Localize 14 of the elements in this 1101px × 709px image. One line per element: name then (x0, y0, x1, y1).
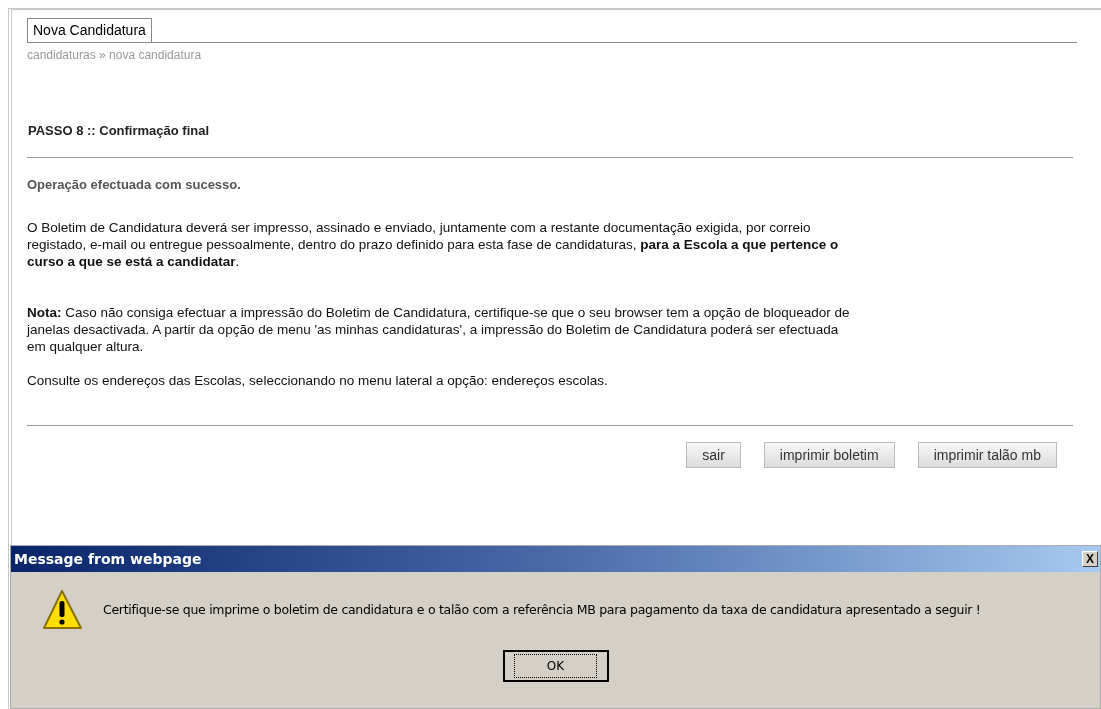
step-title: PASSO 8 :: Confirmação final (28, 122, 211, 140)
paragraph: Consulte os endereços das Escolas, seleccionando no menu lateral a opção: endereços escolas. (27, 372, 609, 389)
breadcrumb: candidaturas » nova candidatura (27, 47, 203, 64)
paragraph: Nota: Caso não consiga efectuar a impressão do Boletim de Candidatura, certifique-se que o seu browser tem a opção de bloqueador de janelas desactivada. A partir da opção de menu 'as minhas candidaturas', a impressão do Boletim de Candidatura poderá ser efectuada em qualquer altura. (27, 304, 851, 355)
paragraph: O Boletim de Candidatura deverá ser impresso, assinado e enviado, juntamente com a restante documentação exigida, por correio registado, e-mail ou entregue pessoalmente, dentro do prazo definido para esta fase de candidaturas, para a Escola a que pertence o curso a que se está a candidatar. (27, 219, 840, 270)
ok-button[interactable]: OK (502, 650, 609, 682)
warning-icon (41, 588, 83, 632)
dialog-title: Message from webpage (14, 549, 202, 569)
dialog-message: Certifique-se que imprime o boletim de candidatura e o talão com a referência MB para pagamento da taxa de candidatura apresentado a seguir ! (103, 600, 981, 619)
success-message: Operação efectuada com sucesso. (27, 175, 242, 194)
action-button[interactable]: sair (686, 442, 741, 468)
action-button[interactable]: imprimir boletim (763, 442, 895, 468)
close-button[interactable]: X (1082, 551, 1098, 567)
action-button[interactable]: imprimir talão mb (917, 442, 1057, 468)
